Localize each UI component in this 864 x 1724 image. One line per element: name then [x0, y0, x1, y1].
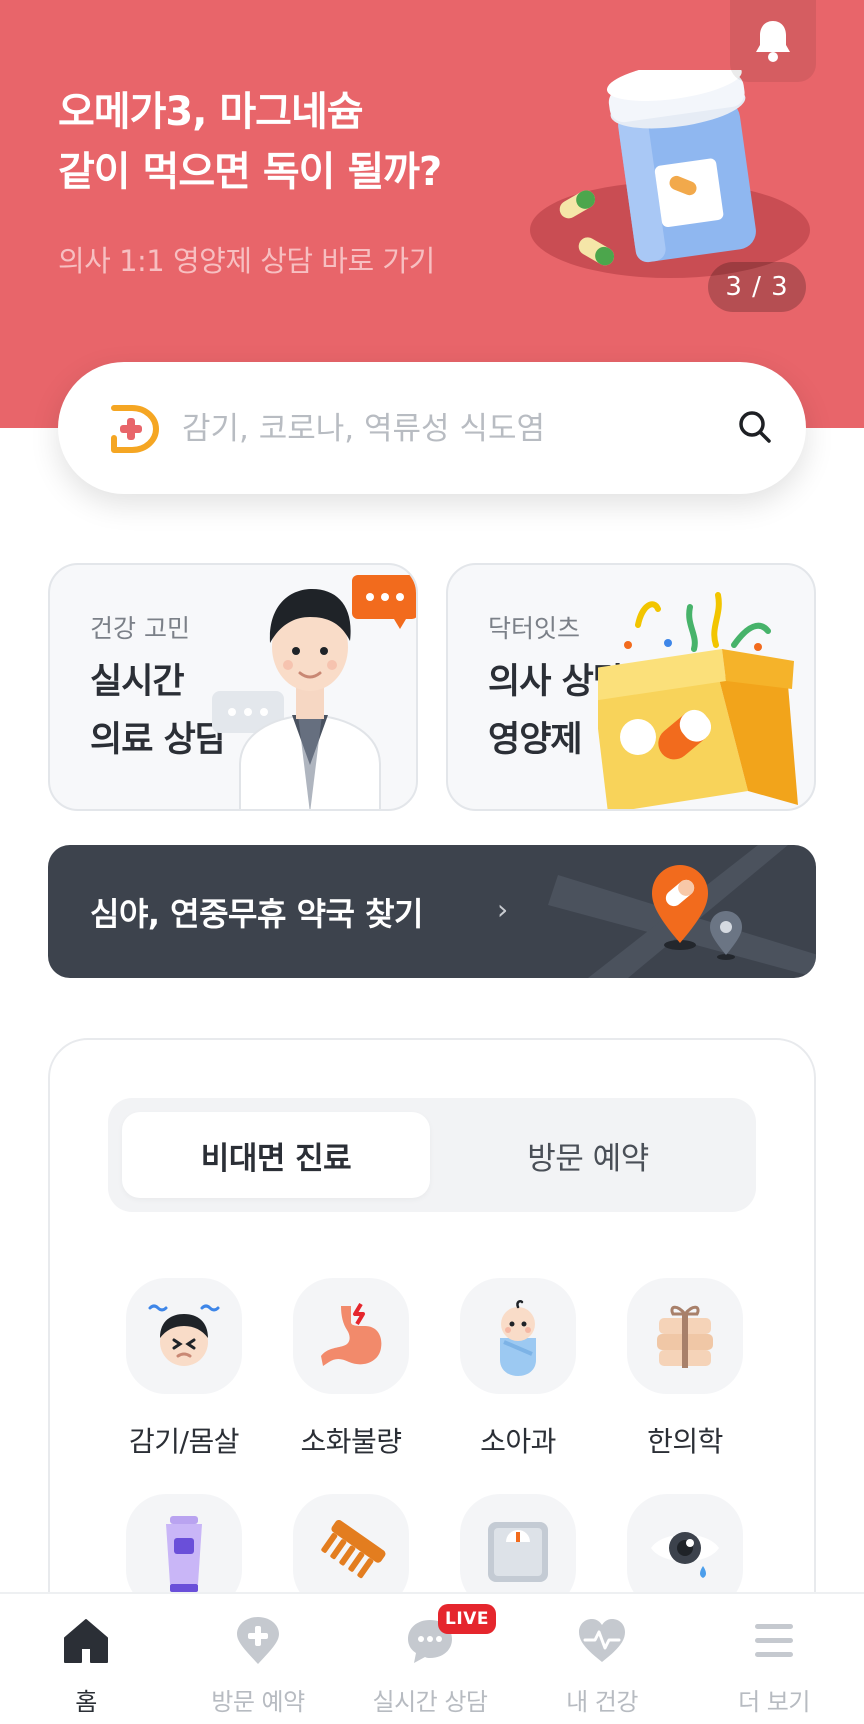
tab-visit-reservation[interactable]: 방문 예약 [434, 1112, 742, 1198]
nav-visit-reservation[interactable]: 방문 예약 [172, 1594, 344, 1724]
category-tile [293, 1278, 409, 1394]
category-label: 한의학 [647, 1425, 723, 1458]
menu-icon [755, 1624, 793, 1657]
bottom-navigation: 홈 방문 예약 LIVE 실시간 상담 내 건강 더 보기 [0, 1592, 864, 1724]
tab-remote-consult[interactable]: 비대면 진료 [122, 1112, 430, 1198]
realtime-consult-card[interactable]: 건강 고민 실시간 의료 상담 [48, 563, 418, 811]
pharmacy-map-illustration [548, 845, 816, 978]
card-title-line1: 실시간 [90, 662, 185, 702]
nav-label: 실시간 상담 [372, 1688, 488, 1716]
card-title-line2: 의료 상담 [90, 720, 227, 760]
category-tile [627, 1278, 743, 1394]
nav-label: 내 건강 [566, 1688, 638, 1716]
category-oriental-medicine[interactable]: 한의학 [600, 1278, 770, 1460]
nav-my-health[interactable]: 내 건강 [516, 1594, 688, 1724]
eye-icon [651, 1532, 719, 1578]
search-icon[interactable] [734, 406, 776, 448]
live-badge: LIVE [438, 1604, 496, 1634]
category-cold[interactable]: 감기/몸살 [99, 1278, 269, 1460]
doctor-illustration-icon [212, 575, 416, 809]
baby-icon [500, 1300, 536, 1376]
home-icon [64, 1619, 108, 1663]
nav-realtime-consult[interactable]: LIVE 실시간 상담 [344, 1594, 516, 1724]
category-label: 소아과 [480, 1425, 556, 1458]
bell-icon [756, 21, 790, 62]
banner-title-line2: 같이 먹으면 독이 될까? [58, 149, 442, 195]
banner-subtitle: 의사 1:1 영양제 상담 바로 가기 [58, 244, 435, 278]
nav-label: 더 보기 [738, 1688, 810, 1716]
consult-type-segment: 비대면 진료 방문 예약 [108, 1098, 756, 1212]
nav-label: 홈 [75, 1688, 97, 1716]
category-tile [460, 1278, 576, 1394]
category-label: 소화불량 [300, 1425, 402, 1458]
banner-title: 오메가3, 마그네슘 같이 먹으면 독이 될까? [58, 82, 442, 202]
nav-home[interactable]: 홈 [0, 1594, 172, 1724]
cream-tube-icon [166, 1516, 202, 1592]
stomach-icon [321, 1302, 382, 1366]
chevron-right-icon: › [497, 893, 509, 926]
card-kicker: 건강 고민 [90, 614, 190, 643]
supplement-jar-illustration [530, 70, 810, 278]
search-input[interactable] [182, 402, 662, 456]
scale-icon [488, 1522, 548, 1582]
location-plus-icon [237, 1617, 279, 1664]
category-indigestion[interactable]: 소화불량 [266, 1278, 436, 1460]
doctor-now-logo-icon [111, 405, 159, 453]
sick-face-icon [148, 1304, 220, 1366]
banner-page-counter: 3 / 3 [708, 262, 806, 312]
gift-box-illustration-icon [598, 592, 798, 809]
search-bar[interactable] [58, 362, 806, 494]
banner-title-line1: 오메가3, 마그네슘 [58, 89, 364, 135]
nav-more[interactable]: 더 보기 [688, 1594, 860, 1724]
herbal-medicine-icon [657, 1305, 713, 1368]
category-pediatrics[interactable]: 소아과 [433, 1278, 603, 1460]
nav-label: 방문 예약 [211, 1688, 305, 1716]
pharmacy-finder-banner[interactable]: 심야, 연중무휴 약국 찾기 › [48, 845, 816, 978]
card-title: 실시간 의료 상담 [90, 653, 227, 769]
supplement-consult-card[interactable]: 닥터잇츠 의사 상담 영양제 [446, 563, 816, 811]
card-kicker: 닥터잇츠 [488, 614, 581, 643]
notification-button[interactable] [730, 0, 816, 82]
heart-pulse-icon [579, 1619, 625, 1662]
comb-icon [321, 1519, 386, 1579]
category-tile [126, 1278, 242, 1394]
home-screen: 오메가3, 마그네슘 같이 먹으면 독이 될까? 의사 1:1 영양제 상담 바… [0, 0, 864, 1724]
pharmacy-finder-label: 심야, 연중무휴 약국 찾기 [90, 895, 423, 933]
category-label: 감기/몸살 [129, 1425, 239, 1458]
